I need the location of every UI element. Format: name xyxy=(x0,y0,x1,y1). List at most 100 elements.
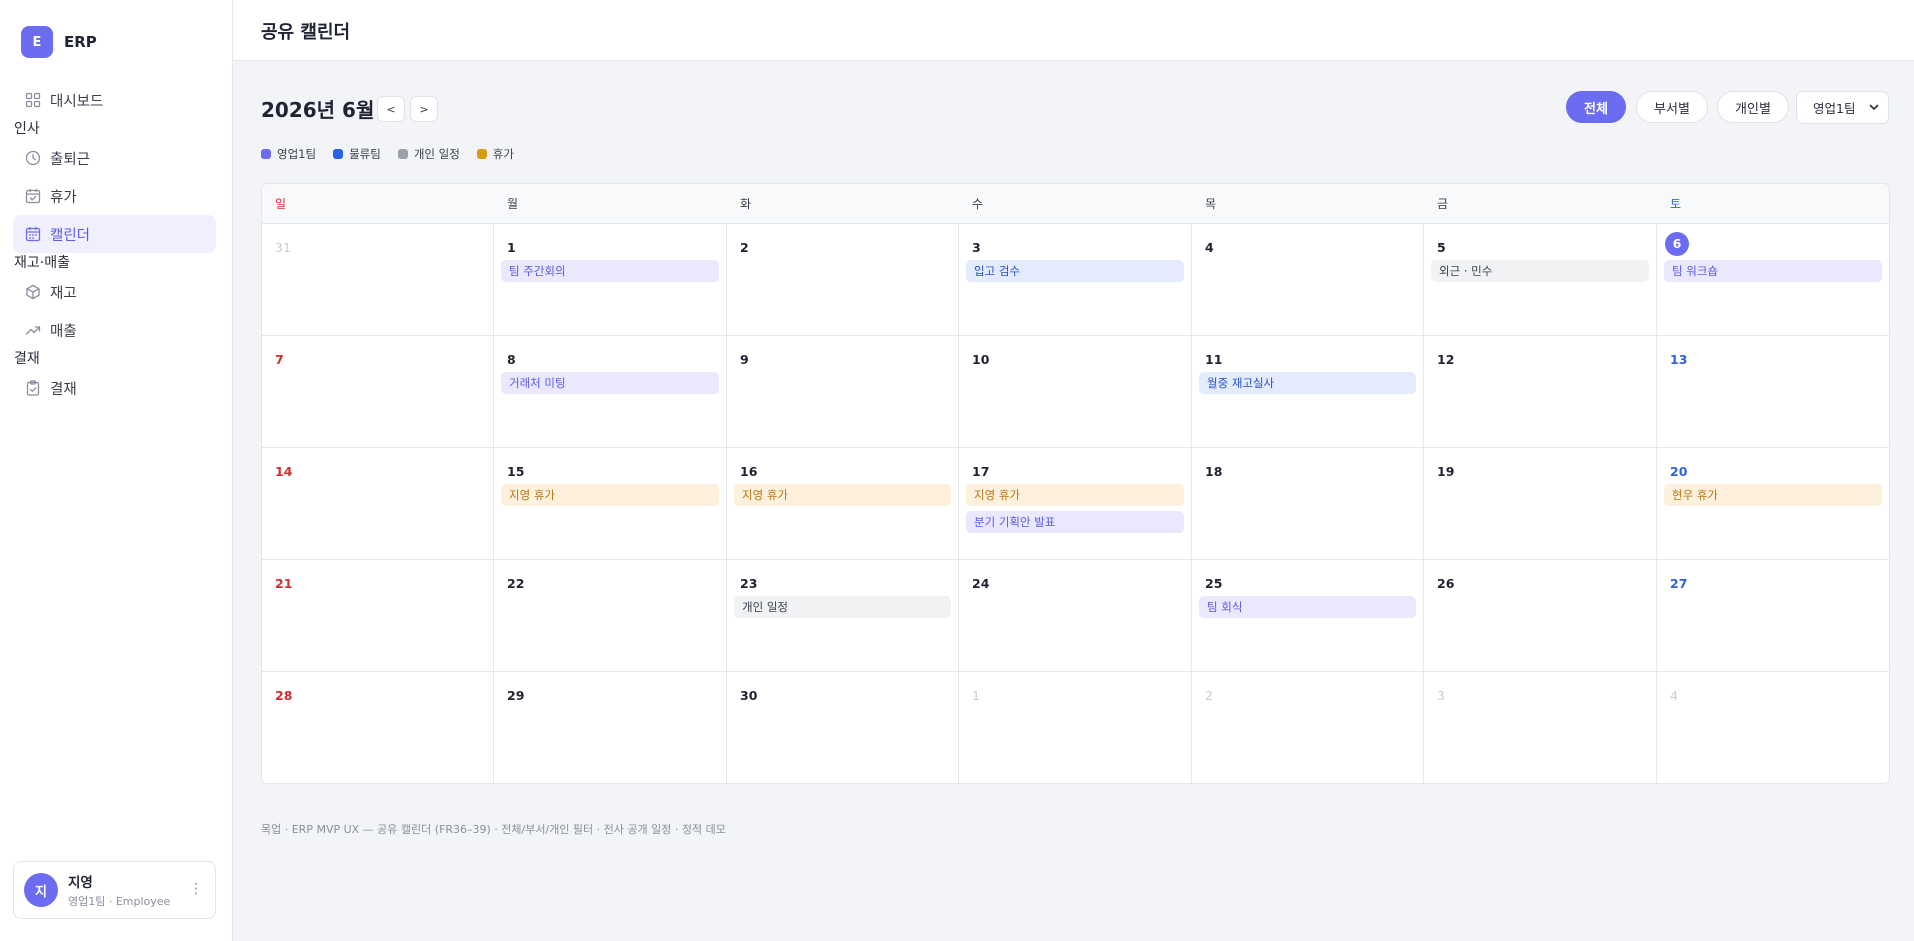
brand[interactable]: E ERP xyxy=(21,26,97,58)
day-number: 18 xyxy=(1205,464,1223,479)
event-chip[interactable]: 지영 휴가 xyxy=(966,484,1184,506)
day-cell[interactable]: 12 xyxy=(1424,336,1657,448)
legend-label: 개인 일정 xyxy=(413,147,460,161)
day-cell[interactable]: 28 xyxy=(262,672,494,783)
prev-month-button[interactable]: < xyxy=(377,96,405,122)
day-cell[interactable]: 4 xyxy=(1192,224,1424,336)
day-cell[interactable]: 2 xyxy=(1192,672,1424,783)
event-chip[interactable]: 외근 · 민수 xyxy=(1431,260,1649,282)
day-cell[interactable]: 21 xyxy=(262,560,494,672)
day-cell[interactable]: 2 xyxy=(727,224,959,336)
day-cell[interactable]: 10 xyxy=(959,336,1192,448)
day-cell[interactable]: 19 xyxy=(1424,448,1657,560)
event-chip[interactable]: 입고 검수 xyxy=(966,260,1184,282)
day-cell[interactable]: 27 xyxy=(1657,560,1889,672)
team-select-value: 영업1팀 xyxy=(1813,101,1856,116)
sidebar-item-dashboard[interactable]: 대시보드 xyxy=(13,81,216,119)
legend-item: 개인 일정 xyxy=(397,146,460,162)
event-chip[interactable]: 팀 주간회의 xyxy=(501,260,719,282)
day-cell[interactable]: 18 xyxy=(1192,448,1424,560)
legend-swatch xyxy=(476,149,487,159)
sidebar-item-label: 휴가 xyxy=(50,189,77,206)
day-cell[interactable]: 22 xyxy=(494,560,727,672)
day-number: 15 xyxy=(507,464,525,479)
day-cell[interactable]: 29 xyxy=(494,672,727,783)
day-cell[interactable]: 1 xyxy=(959,672,1192,783)
avatar: 지 xyxy=(24,873,58,907)
day-number: 7 xyxy=(275,352,284,367)
day-cell[interactable]: 17 지영 휴가 분기 기획안 발표 xyxy=(959,448,1192,560)
sidebar-item-sales[interactable]: 매출 xyxy=(13,311,216,349)
event-chip[interactable]: 지영 휴가 xyxy=(734,484,951,506)
sidebar-item-label: 결재 xyxy=(50,381,77,398)
day-cell[interactable]: 8 거래처 미팅 xyxy=(494,336,727,448)
event-chip[interactable]: 월중 재고실사 xyxy=(1199,372,1416,394)
day-number: 31 xyxy=(275,240,291,255)
next-month-button[interactable]: > xyxy=(410,96,438,122)
day-cell[interactable]: 3 xyxy=(1424,672,1657,783)
event-list: 월중 재고실사 xyxy=(1199,372,1416,399)
event-chip[interactable]: 팀 워크숍 xyxy=(1664,260,1882,282)
event-chip[interactable]: 지영 휴가 xyxy=(501,484,719,506)
day-number: 4 xyxy=(1205,240,1214,255)
day-cell[interactable]: 5 외근 · 민수 xyxy=(1424,224,1657,336)
event-chip[interactable]: 개인 일정 xyxy=(734,596,951,618)
day-cell[interactable]: 25 팀 회식 xyxy=(1192,560,1424,672)
day-cell[interactable]: 15 지영 휴가 xyxy=(494,448,727,560)
day-cell[interactable]: 4 xyxy=(1657,672,1889,783)
user-card[interactable]: 지 지영 영업1팀 · Employee ⋮ xyxy=(13,861,216,919)
day-number: 28 xyxy=(275,688,293,703)
event-list: 현우 휴가 xyxy=(1664,484,1882,511)
sidebar-item-approval[interactable]: 결재 xyxy=(13,369,216,407)
event-list: 팀 워크숍 xyxy=(1664,260,1882,287)
day-cell[interactable]: 30 xyxy=(727,672,959,783)
legend-label: 물류팀 xyxy=(349,147,381,161)
weekday-label: 토 xyxy=(1670,197,1682,211)
sidebar: E ERP 대시보드 인사 출퇴근 휴가 캘린더 재고·매출 재고 매출 결재 결재 지 지영 영… xyxy=(0,0,233,941)
day-cell[interactable]: 9 xyxy=(727,336,959,448)
day-cell[interactable]: 1 팀 주간회의 xyxy=(494,224,727,336)
day-number: 25 xyxy=(1205,576,1223,591)
sidebar-item-attendance[interactable]: 출퇴근 xyxy=(13,139,216,177)
day-cell[interactable]: 20 현우 휴가 xyxy=(1657,448,1889,560)
day-cell[interactable]: 23 개인 일정 xyxy=(727,560,959,672)
filter-personal-button[interactable]: 개인별 xyxy=(1717,91,1789,123)
event-chip[interactable]: 팀 회식 xyxy=(1199,596,1416,618)
trend-up-icon xyxy=(24,322,41,339)
day-number: 26 xyxy=(1437,576,1455,591)
day-cell[interactable]: 31 xyxy=(262,224,494,336)
brand-logo: E xyxy=(21,26,53,58)
sidebar-item-vacation[interactable]: 휴가 xyxy=(13,177,216,215)
day-cell[interactable]: 26 xyxy=(1424,560,1657,672)
legend: 영업1팀 물류팀 개인 일정 휴가 xyxy=(261,146,531,162)
brand-name: ERP xyxy=(64,33,97,51)
event-chip[interactable]: 현우 휴가 xyxy=(1664,484,1882,506)
filter-department-button[interactable]: 부서별 xyxy=(1636,91,1708,123)
weekday-label: 수 xyxy=(972,197,984,211)
day-cell[interactable]: 13 xyxy=(1657,336,1889,448)
event-list: 입고 검수 xyxy=(966,260,1184,287)
day-cell[interactable]: 24 xyxy=(959,560,1192,672)
day-number: 3 xyxy=(972,240,981,255)
day-number: 3 xyxy=(1437,688,1445,703)
topbar: 공유 캘린더 xyxy=(233,0,1914,61)
event-chip[interactable]: 분기 기획안 발표 xyxy=(966,511,1184,533)
event-list: 거래처 미팅 xyxy=(501,372,719,399)
weekday-label: 월 xyxy=(507,197,519,211)
day-cell[interactable]: 6 팀 워크숍 xyxy=(1657,224,1889,336)
day-cell[interactable]: 11 월중 재고실사 xyxy=(1192,336,1424,448)
day-cell[interactable]: 14 xyxy=(262,448,494,560)
team-select[interactable]: 영업1팀 xyxy=(1796,91,1889,124)
weekday-label: 일 xyxy=(275,197,287,211)
box-icon xyxy=(24,284,41,301)
more-options-icon[interactable]: ⋮ xyxy=(189,881,203,897)
user-info: 지영 영업1팀 · Employee xyxy=(68,871,170,909)
day-number: 16 xyxy=(740,464,758,479)
filter-all-button[interactable]: 전체 xyxy=(1566,91,1626,123)
event-chip[interactable]: 거래처 미팅 xyxy=(501,372,719,394)
day-cell[interactable]: 3 입고 검수 xyxy=(959,224,1192,336)
day-cell[interactable]: 16 지영 휴가 xyxy=(727,448,959,560)
day-cell[interactable]: 7 xyxy=(262,336,494,448)
sidebar-item-inventory[interactable]: 재고 xyxy=(13,273,216,311)
sidebar-item-calendar[interactable]: 캘린더 xyxy=(13,215,216,253)
